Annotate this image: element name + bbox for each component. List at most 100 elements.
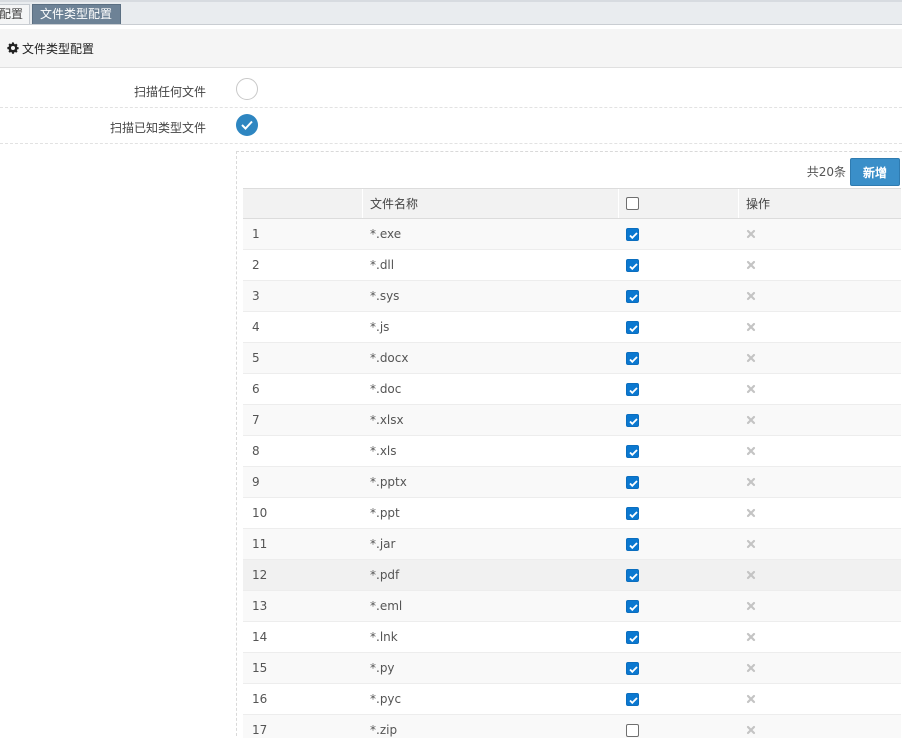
enable-checkbox[interactable]: [626, 692, 639, 706]
column-header-name: 文件名称: [370, 197, 419, 211]
action-cell: [746, 281, 756, 311]
table-row: 4 *.js: [243, 312, 901, 343]
table-row: 17 *.zip: [243, 715, 901, 738]
select-all-checkbox[interactable]: [626, 197, 639, 210]
delete-icon[interactable]: [746, 725, 756, 735]
enable-checkbox-cell: [626, 591, 639, 621]
row-index: 11: [252, 537, 268, 551]
delete-icon[interactable]: [746, 508, 756, 518]
enable-checkbox[interactable]: [626, 661, 639, 675]
check-icon: [629, 417, 638, 425]
section-title: 文件类型配置: [22, 41, 95, 56]
enable-checkbox[interactable]: [626, 475, 639, 489]
delete-icon[interactable]: [746, 415, 756, 425]
scan-known-radio[interactable]: [236, 114, 258, 136]
delete-icon[interactable]: [746, 260, 756, 270]
enable-checkbox[interactable]: [626, 537, 639, 551]
enable-checkbox[interactable]: [626, 351, 639, 365]
enable-checkbox[interactable]: [626, 413, 639, 427]
check-icon: [629, 355, 638, 363]
delete-icon[interactable]: [746, 384, 756, 394]
table-row: 11 *.jar: [243, 529, 901, 560]
check-icon: [629, 262, 638, 270]
check-icon: [629, 634, 638, 642]
delete-icon[interactable]: [746, 632, 756, 642]
enable-checkbox-cell: [626, 436, 639, 466]
enable-checkbox-cell: [626, 684, 639, 714]
enable-checkbox-cell: [626, 219, 639, 249]
enable-checkbox-cell: [626, 498, 639, 528]
enable-checkbox[interactable]: [626, 630, 639, 644]
action-cell: [746, 653, 756, 683]
delete-icon[interactable]: [746, 601, 756, 611]
table-row: 1 *.exe: [243, 219, 901, 250]
action-cell: [746, 374, 756, 404]
enable-checkbox[interactable]: [626, 599, 639, 613]
check-icon: [629, 386, 638, 394]
file-pattern: *.ppt: [370, 506, 400, 520]
enable-checkbox[interactable]: [626, 506, 639, 520]
enable-checkbox-cell: [626, 343, 639, 373]
enable-checkbox[interactable]: [626, 723, 639, 737]
file-pattern: *.dll: [370, 258, 395, 272]
check-icon: [629, 293, 638, 301]
table-row: 6 *.doc: [243, 374, 901, 405]
check-icon: [629, 541, 638, 549]
tab-bar: 配置 文件类型配置: [0, 0, 902, 25]
option-scan-known: 扫描已知类型文件: [0, 108, 902, 144]
row-index: 1: [252, 227, 260, 241]
file-pattern: *.pdf: [370, 568, 400, 582]
file-pattern: *.doc: [370, 382, 402, 396]
file-pattern: *.js: [370, 320, 390, 334]
file-pattern: *.sys: [370, 289, 400, 303]
option-label: 扫描已知类型文件: [109, 121, 206, 135]
enable-checkbox[interactable]: [626, 382, 639, 396]
tab-config[interactable]: 配置: [0, 4, 30, 24]
action-cell: [746, 715, 756, 738]
table-row: 2 *.dll: [243, 250, 901, 281]
delete-icon[interactable]: [746, 570, 756, 580]
table-row: 13 *.eml: [243, 591, 901, 622]
delete-icon[interactable]: [746, 291, 756, 301]
delete-icon[interactable]: [746, 477, 756, 487]
enable-checkbox-cell: [626, 529, 639, 559]
delete-icon[interactable]: [746, 446, 756, 456]
delete-icon[interactable]: [746, 694, 756, 704]
action-cell: [746, 622, 756, 652]
file-pattern: *.jar: [370, 537, 396, 551]
table-row: 15 *.py: [243, 653, 901, 684]
enable-checkbox-cell: [626, 250, 639, 280]
delete-icon[interactable]: [746, 353, 756, 363]
enable-checkbox[interactable]: [626, 227, 639, 241]
tab-file-type-config[interactable]: 文件类型配置: [32, 4, 121, 24]
check-icon: [629, 603, 638, 611]
row-index: 4: [252, 320, 260, 334]
delete-icon[interactable]: [746, 229, 756, 239]
enable-checkbox-cell: [626, 374, 639, 404]
check-icon: [629, 510, 638, 518]
enable-checkbox[interactable]: [626, 289, 639, 303]
table-row: 8 *.xls: [243, 436, 901, 467]
check-icon: [629, 231, 638, 239]
row-index: 8: [252, 444, 260, 458]
gear-icon: [7, 42, 19, 54]
action-cell: [746, 529, 756, 559]
enable-checkbox[interactable]: [626, 568, 639, 582]
scan-any-radio[interactable]: [236, 78, 258, 100]
delete-icon[interactable]: [746, 663, 756, 673]
enable-checkbox-cell: [626, 715, 639, 738]
enable-checkbox[interactable]: [626, 444, 639, 458]
add-button[interactable]: 新增: [850, 158, 900, 186]
table-row: 12 *.pdf: [243, 560, 901, 591]
action-cell: [746, 250, 756, 280]
action-cell: [746, 467, 756, 497]
enable-checkbox[interactable]: [626, 258, 639, 272]
check-icon: [629, 448, 638, 456]
delete-icon[interactable]: [746, 539, 756, 549]
enable-checkbox[interactable]: [626, 320, 639, 334]
row-index: 5: [252, 351, 260, 365]
delete-icon[interactable]: [746, 322, 756, 332]
file-pattern: *.py: [370, 661, 395, 675]
enable-checkbox-cell: [626, 312, 639, 342]
select-all-checkbox-cell: [626, 189, 639, 218]
